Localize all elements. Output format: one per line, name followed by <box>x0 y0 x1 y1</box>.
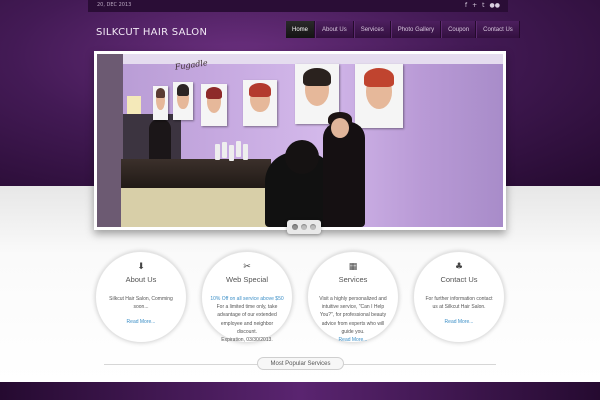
photo-stylist <box>323 122 365 227</box>
feature-body: Visit a highly personalized and intuitiv… <box>316 295 390 344</box>
special-offer-text[interactable]: 10% Off on all service above $50 <box>210 295 284 303</box>
social-links: f + t ●● <box>465 2 500 9</box>
plus-icon[interactable]: + <box>472 2 477 9</box>
feature-text: guide you. <box>341 328 365 335</box>
feature-body: Silkcut Hair Salon, Comming soon... Read… <box>104 295 178 327</box>
nav-item-about-us[interactable]: About Us <box>315 21 354 38</box>
feature-about-us: ⬇ About Us Silkcut Hair Salon, Comming s… <box>95 251 187 343</box>
feature-text: Visit a highly personalized and <box>319 296 387 302</box>
feature-text: advantage of our extended <box>217 312 277 319</box>
nav-item-photo-gallery[interactable]: Photo Gallery <box>390 21 442 38</box>
feature-title: Contact Us <box>440 275 478 284</box>
feature-text: For further information contact <box>425 296 493 302</box>
most-popular-services-heading[interactable]: Most Popular Services <box>257 357 344 370</box>
slider-pagination <box>287 220 321 234</box>
poster-6 <box>355 64 403 128</box>
read-more-link[interactable]: Read More... <box>104 318 178 326</box>
salon-photo: Fugadle <box>97 54 503 227</box>
poster-3 <box>201 84 227 126</box>
facebook-icon[interactable]: f <box>465 2 467 9</box>
feature-text: intuitive service, "Can I Help <box>321 304 385 311</box>
arrow-down-icon: ⬇ <box>137 262 145 272</box>
feature-text: For a limited time only, take <box>216 304 278 311</box>
poster-2 <box>173 82 193 120</box>
feature-text: employee and neighbor <box>220 320 274 327</box>
feature-text: us at Silkcut Hair Salon. <box>432 304 486 311</box>
feature-contact-us: ♣ Contact Us For further information con… <box>413 251 505 343</box>
feature-title: Web Special <box>226 275 268 284</box>
photo-client <box>285 140 319 174</box>
feature-body: 10% Off on all service above $50 For a l… <box>210 295 284 344</box>
feature-text: soon... <box>133 304 149 311</box>
calendar-icon: ▦ <box>348 262 358 272</box>
feature-text: You?", for professional beauty <box>319 312 387 319</box>
poster-4 <box>243 80 277 126</box>
twitter-icon[interactable]: t <box>482 2 484 9</box>
feature-title: Services <box>338 275 368 284</box>
feature-text: advice from experts who will <box>321 320 385 327</box>
photo-counter <box>121 159 271 189</box>
site-logo[interactable]: SILKCUT HAIR SALON <box>96 27 207 38</box>
slider-dot-2[interactable] <box>301 224 307 230</box>
poster-1 <box>153 86 168 120</box>
feature-text: Silkcut Hair Salon, Comming <box>109 296 173 302</box>
main-nav: Home About Us Services Photo Gallery Cou… <box>285 21 520 38</box>
slider-dot-1[interactable] <box>292 224 298 230</box>
feature-title: About Us <box>125 275 157 284</box>
flickr-icon[interactable]: ●● <box>490 2 500 9</box>
photo-doorway <box>97 54 123 227</box>
web-special-icon: ✂ <box>243 262 251 272</box>
footer-band <box>0 382 600 400</box>
feature-body: For further information contact us at Si… <box>422 295 496 327</box>
contact-icon: ♣ <box>454 262 464 272</box>
feature-text: discount. <box>236 328 257 335</box>
nav-item-contact-us[interactable]: Contact Us <box>476 21 520 38</box>
nav-item-services[interactable]: Services <box>353 21 391 38</box>
feature-services: ▦ Services Visit a highly personalized a… <box>307 251 399 343</box>
slider-dot-3[interactable] <box>310 224 316 230</box>
photo-cabinet <box>121 188 271 227</box>
feature-web-special: ✂ Web Special 10% Off on all service abo… <box>201 251 293 343</box>
top-bar: 20, DEC 2013 f + t ●● <box>88 0 508 12</box>
nav-item-home[interactable]: Home <box>285 21 316 38</box>
feature-text: Expiration, 03/30/2013. <box>221 337 273 344</box>
photo-ceiling <box>97 54 503 64</box>
read-more-link[interactable]: Read More... <box>316 336 390 344</box>
hero-slider[interactable]: Fugadle <box>94 51 506 230</box>
nav-item-coupon[interactable]: Coupon <box>441 21 477 38</box>
read-more-link[interactable]: Read More... <box>422 318 496 326</box>
date-label: 20, DEC 2013 <box>97 2 132 8</box>
photo-stylist-face <box>331 118 349 138</box>
